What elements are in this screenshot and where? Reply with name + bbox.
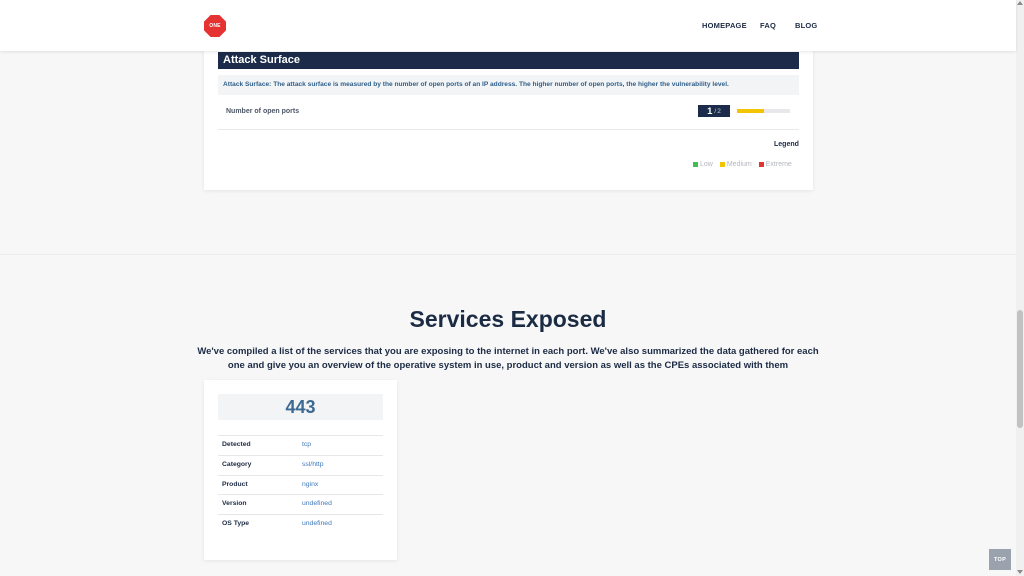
service-port-box: 443 [218,394,383,420]
legend-swatch-medium [719,162,725,167]
services-description: We've compiled a list of the services th… [197,346,819,371]
open-ports-level-bar [737,109,790,113]
logo-text: ONE [209,23,221,29]
scroll-down-arrow-icon[interactable] [1017,570,1023,574]
scrollbar-thumb[interactable] [1017,310,1023,428]
page-scrollbar[interactable] [1016,0,1024,576]
legend-item-extreme: Extreme [758,161,792,168]
service-detail-value: undefined [302,520,332,528]
nav-faq-link[interactable]: FAQ [760,21,776,30]
open-ports-max: 2 [717,107,721,115]
service-detail-key: OS Type [222,520,250,528]
service-details-table: Detected tcp Category ssl/http Product n… [218,435,383,534]
attack-surface-description: Attack Surface: The attack surface is me… [223,81,729,88]
attack-surface-header: Attack Surface [218,52,799,69]
service-detail-key: Version [222,500,247,508]
nav-blog-link[interactable]: BLOG [795,21,817,30]
attack-surface-description-box: Attack Surface: The attack surface is me… [218,75,799,95]
services-title: Services Exposed [409,306,607,332]
open-ports-separator: / [714,107,717,115]
legend-label-extreme: Extreme [765,161,792,168]
legend-swatch-low [693,162,698,167]
service-detail-value: undefined [302,500,332,508]
service-detail-value: ssl/http [302,460,324,468]
open-ports-row: Number of open ports 1 / 2 [218,100,799,130]
open-ports-badge: 1 / 2 [698,105,730,117]
table-row: OS Type undefined [218,514,383,534]
table-row: Product nginx [218,474,383,495]
legend-label-medium: Medium [726,161,752,168]
nav-homepage-link[interactable]: HOMEPAGE [702,21,747,30]
service-detail-value: tcp [302,441,312,448]
legend-item-medium: Medium [719,161,752,168]
open-ports-count: 1 [707,105,713,117]
attack-surface-card: Attack Surface Attack Surface: The attac… [204,40,813,190]
section-divider [0,254,1016,255]
back-to-top-button[interactable]: TOP [989,549,1011,570]
service-detail-key: Product [222,480,248,488]
table-row: Detected tcp [218,435,383,455]
top-navbar: ONE HOMEPAGE FAQ BLOG [0,0,1016,51]
service-card: 443 Detected tcp Category ssl/http Produ… [204,380,397,560]
service-port: 443 [285,396,316,417]
open-ports-label: Number of open ports [226,108,300,115]
legend-item-low: Low [693,161,713,168]
attack-surface-title: Attack Surface [223,54,301,66]
legend: Low Medium Extreme [693,161,799,168]
legend-title: Legend [774,141,799,148]
table-row: Category ssl/http [218,454,383,475]
open-ports-level-fill [737,109,764,113]
logo-icon[interactable]: ONE [204,15,226,37]
service-detail-value: nginx [302,480,319,488]
table-row: Version undefined [218,494,383,514]
legend-label-low: Low [700,161,713,168]
service-detail-key: Detected [222,441,251,448]
service-detail-key: Category [222,460,252,468]
scroll-up-arrow-icon[interactable] [1017,1,1023,5]
legend-swatch-extreme [758,162,764,167]
